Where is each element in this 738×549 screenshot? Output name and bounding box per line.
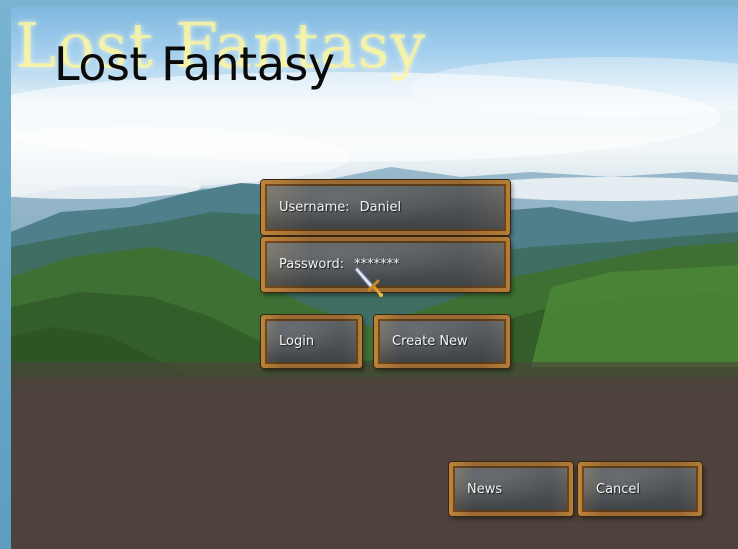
- password-label: Password:: [279, 257, 345, 272]
- login-screen: Lost Fantasy Lost Fantasy Username: Dani…: [11, 7, 738, 549]
- cancel-button[interactable]: Cancel: [578, 462, 702, 516]
- create-new-button-label: Create New: [392, 334, 468, 349]
- username-field[interactable]: Username: Daniel: [261, 180, 510, 235]
- window-frame-top: [0, 0, 738, 7]
- window-frame-left: [0, 0, 11, 549]
- news-button-label: News: [467, 481, 503, 497]
- username-value: Daniel: [359, 200, 402, 215]
- game-window: Lost Fantasy Lost Fantasy Username: Dani…: [0, 0, 738, 549]
- login-button-label: Login: [279, 334, 315, 349]
- password-field[interactable]: Password: *******: [261, 237, 510, 292]
- sword-cursor-icon: [354, 266, 383, 297]
- create-new-button[interactable]: Create New: [374, 315, 510, 368]
- game-title: Lost Fantasy: [54, 37, 335, 91]
- login-button[interactable]: Login: [261, 315, 362, 368]
- cancel-button-label: Cancel: [596, 481, 641, 497]
- news-button[interactable]: News: [449, 462, 573, 516]
- username-label: Username:: [279, 200, 350, 215]
